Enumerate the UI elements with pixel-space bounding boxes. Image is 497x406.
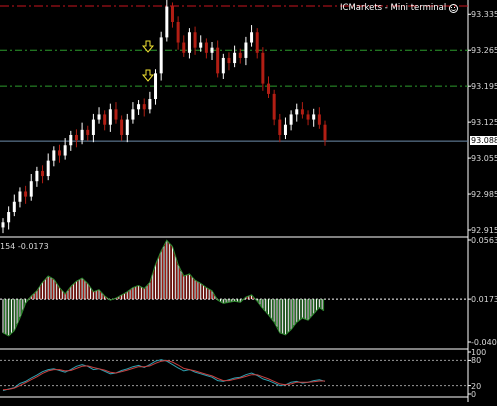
candle-body bbox=[69, 134, 73, 146]
candle-body bbox=[114, 109, 118, 120]
candle-body bbox=[97, 114, 101, 120]
oscillator-tick-label: 0.0563 bbox=[471, 236, 497, 245]
candle-body bbox=[170, 6, 174, 22]
mini-terminal-chart[interactable] bbox=[0, 0, 497, 402]
candle-body bbox=[295, 109, 299, 115]
candle-body bbox=[18, 191, 22, 202]
candle-body bbox=[255, 32, 259, 53]
candle-body bbox=[125, 119, 129, 135]
candle-body bbox=[103, 114, 107, 125]
down-arrow-icon bbox=[141, 69, 155, 82]
candle-body bbox=[199, 42, 203, 48]
candle-body bbox=[148, 99, 152, 110]
candle-body bbox=[323, 124, 327, 141]
candle-body bbox=[250, 32, 254, 43]
price-tick-label: 93.265 bbox=[471, 46, 497, 56]
candle-body bbox=[137, 104, 141, 110]
candle-body bbox=[91, 119, 95, 135]
candle-body bbox=[120, 119, 124, 135]
candle-body bbox=[57, 150, 61, 156]
oscillator-tick-label: -0.0408 bbox=[471, 338, 497, 347]
candle-body bbox=[46, 160, 50, 177]
candle-body bbox=[159, 37, 163, 74]
candle-body bbox=[108, 109, 112, 125]
price-tick-label: 93.335 bbox=[471, 10, 497, 20]
candle-body bbox=[165, 6, 169, 38]
price-tick-label: 93.195 bbox=[471, 82, 497, 92]
candle-body bbox=[233, 52, 237, 64]
candle-body bbox=[52, 150, 56, 161]
current-price-tag: 93.088 bbox=[470, 136, 497, 146]
oscillator-tick-label: 0.0173 bbox=[471, 295, 497, 305]
candle-body bbox=[74, 134, 78, 141]
candle-body bbox=[289, 114, 293, 125]
candle-body bbox=[35, 170, 39, 182]
price-tick-label: 92.915 bbox=[471, 226, 497, 235]
candle-body bbox=[12, 201, 16, 213]
candle-body bbox=[86, 129, 90, 135]
candle-body bbox=[131, 109, 135, 120]
candle-body bbox=[187, 32, 191, 53]
candle-body bbox=[1, 222, 5, 228]
candle-body bbox=[244, 42, 248, 58]
mini-terminal-header[interactable]: ICMarkets - Mini terminal bbox=[340, 3, 459, 13]
smiley-face-icon[interactable] bbox=[449, 3, 459, 13]
candle-body bbox=[24, 191, 28, 197]
candle-body bbox=[193, 32, 197, 48]
candle-body bbox=[227, 57, 231, 64]
candle-body bbox=[63, 145, 67, 156]
candle-body bbox=[267, 83, 271, 94]
candle-body bbox=[306, 114, 310, 120]
stoch-tick-label: 80 bbox=[471, 356, 482, 366]
candle-body bbox=[80, 129, 84, 141]
candle-body bbox=[142, 104, 146, 110]
candle-body bbox=[312, 114, 316, 120]
chart-canvas[interactable] bbox=[0, 0, 497, 402]
price-tick-label: 93.125 bbox=[471, 118, 497, 128]
candle-body bbox=[317, 114, 321, 125]
oscillator-header: 154 -0.0173 bbox=[0, 242, 49, 251]
candle-body bbox=[221, 57, 225, 74]
candle-body bbox=[272, 93, 276, 120]
candle-body bbox=[7, 212, 11, 223]
terminal-title: ICMarkets - Mini terminal bbox=[340, 3, 447, 13]
candle-body bbox=[29, 181, 33, 197]
candle-body bbox=[216, 47, 220, 74]
candle-body bbox=[278, 119, 282, 135]
candle-body bbox=[238, 52, 242, 58]
candle-body bbox=[300, 109, 304, 115]
price-tick-label: 92.985 bbox=[471, 190, 497, 200]
candle-body bbox=[204, 42, 208, 53]
candle-body bbox=[154, 73, 158, 100]
price-tick-label: 93.055 bbox=[471, 154, 497, 164]
candle-body bbox=[176, 21, 180, 43]
candle-body bbox=[182, 42, 186, 53]
candle-body bbox=[41, 170, 45, 177]
candle-body bbox=[283, 124, 287, 135]
candle-body bbox=[261, 52, 265, 84]
stoch-tick-label: 0 bbox=[471, 390, 477, 399]
candle-body bbox=[210, 47, 214, 53]
